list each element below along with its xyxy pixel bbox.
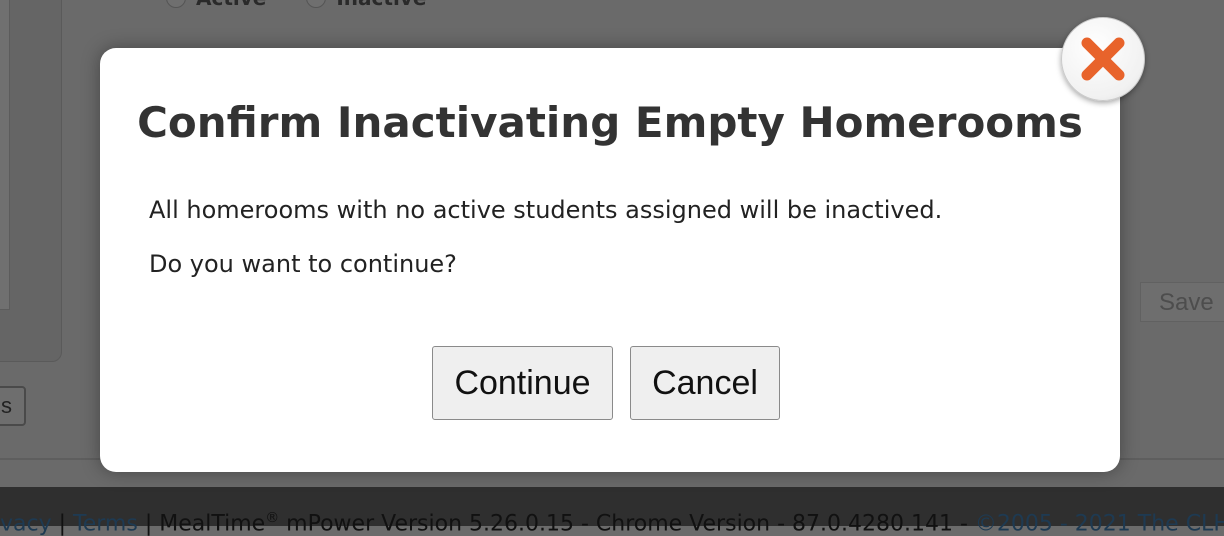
cancel-button[interactable]: Cancel xyxy=(630,346,780,420)
close-button[interactable] xyxy=(1061,17,1145,101)
terms-link[interactable]: Terms xyxy=(73,511,138,536)
dialog-message-line1: All homerooms with no active students as… xyxy=(149,196,943,224)
left-panel xyxy=(0,0,62,362)
copyright-link[interactable]: ©2005 - 2021 The CLH xyxy=(975,511,1224,536)
radio-active[interactable] xyxy=(166,0,186,8)
partial-button[interactable]: s xyxy=(0,386,26,426)
product-name: MealTime xyxy=(159,511,266,536)
status-radio-group: Active Inactive xyxy=(166,0,426,10)
save-button[interactable]: Save xyxy=(1140,282,1224,322)
version-text: mPower Version 5.26.0.15 - Chrome Versio… xyxy=(279,511,975,536)
close-icon xyxy=(1081,37,1125,81)
continue-button[interactable]: Continue xyxy=(432,346,613,420)
left-panel-inner xyxy=(0,0,10,310)
registered-mark: ® xyxy=(265,510,280,526)
confirm-dialog: Confirm Inactivating Empty Homerooms All… xyxy=(100,48,1120,472)
dialog-message-line2: Do you want to continue? xyxy=(149,250,457,278)
radio-active-label: Active xyxy=(196,0,266,10)
footer-text: vacy | Terms | MealTime® mPower Version … xyxy=(0,510,1224,536)
privacy-link[interactable]: vacy xyxy=(0,511,52,536)
radio-inactive-label: Inactive xyxy=(336,0,426,10)
radio-inactive[interactable] xyxy=(306,0,327,8)
dialog-title: Confirm Inactivating Empty Homerooms xyxy=(137,98,1083,147)
